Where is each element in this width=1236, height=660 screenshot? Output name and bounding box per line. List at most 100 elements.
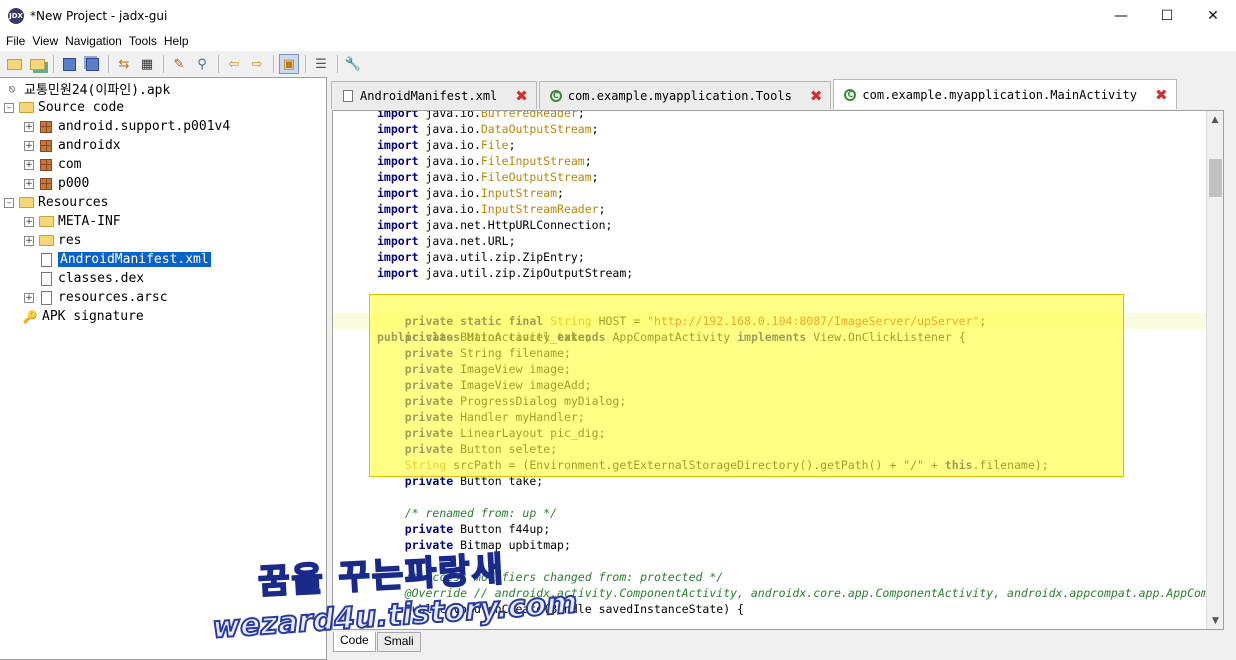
code-line: import java.net.HttpURLConnection; xyxy=(377,218,613,232)
menu-help[interactable]: Help xyxy=(162,34,194,48)
package-icon xyxy=(38,139,54,153)
title-bar: JDX *New Project - jadx-gui — ☐ ✕ xyxy=(0,0,1236,31)
menu-file[interactable]: File xyxy=(4,34,30,48)
close-tab-icon[interactable]: ✖ xyxy=(515,87,528,105)
code-line: private Handler myHandler; xyxy=(404,410,585,424)
tab-tools[interactable]: C com.example.myapplication.Tools ✖ xyxy=(538,81,832,109)
code-line: private ImageView image; xyxy=(404,362,571,376)
close-button[interactable]: ✕ xyxy=(1190,0,1236,31)
toolbar-separator xyxy=(337,55,338,73)
tree-source-code[interactable]: – Source code xyxy=(4,98,124,117)
flatten-icon[interactable]: ▦ xyxy=(137,54,157,74)
menu-view[interactable]: View xyxy=(30,34,63,48)
code-line: import java.io.FileOutputStream; xyxy=(377,170,599,184)
scroll-down-icon[interactable]: ▼ xyxy=(1207,612,1223,629)
tab-smali[interactable]: Smali xyxy=(376,632,421,652)
sync-icon[interactable]: ⇆ xyxy=(114,54,134,74)
code-line: private ImageView imageAdd; xyxy=(404,378,592,392)
xml-file-icon xyxy=(342,89,354,102)
editor-tabs: AndroidManifest.xml ✖ C com.example.myap… xyxy=(331,79,1179,109)
expand-icon[interactable]: + xyxy=(24,121,34,132)
package-icon xyxy=(38,158,54,172)
vertical-scrollbar[interactable]: ▲ ▼ xyxy=(1206,111,1223,629)
code-line: private ProgressDialog myDialog; xyxy=(404,394,627,408)
minimize-button[interactable]: — xyxy=(1098,0,1144,31)
toolbar-separator xyxy=(53,55,54,73)
tree-file-selected[interactable]: AndroidManifest.xml xyxy=(38,250,211,269)
scroll-thumb[interactable] xyxy=(1209,159,1222,197)
tree-label: android.support.p001v4 xyxy=(58,119,231,134)
tree-folder[interactable]: + META-INF xyxy=(24,212,121,231)
tree-label: resources.arsc xyxy=(58,290,168,305)
code-line: import java.util.zip.ZipEntry; xyxy=(377,250,585,264)
code-line: private Button take; xyxy=(404,474,544,488)
tree-label: META-INF xyxy=(58,214,121,229)
tree-root[interactable]: ⎋ 교통민원24(이파인).apk xyxy=(4,79,171,99)
tree-package[interactable]: + android.support.p001v4 xyxy=(24,117,230,136)
code-line: import java.io.InputStreamReader; xyxy=(377,202,606,216)
expand-icon[interactable]: + xyxy=(24,178,34,189)
file-icon xyxy=(38,271,54,286)
toolbar-separator xyxy=(218,55,219,73)
preferences-icon[interactable]: 🔧 xyxy=(343,54,363,74)
expand-icon[interactable]: + xyxy=(24,292,34,303)
menu-tools[interactable]: Tools xyxy=(127,34,162,48)
tree-folder[interactable]: + res xyxy=(24,231,81,250)
file-icon xyxy=(38,290,54,305)
menu-navigation[interactable]: Navigation xyxy=(63,34,127,48)
collapse-icon[interactable]: – xyxy=(4,197,14,208)
folder-icon xyxy=(38,215,54,229)
toolbar: ⇆ ▦ ✎ ⚲ ⇦ ⇨ ▣ ☰ 🔧 xyxy=(0,51,1236,77)
expand-icon[interactable]: + xyxy=(24,140,34,151)
decompile-icon[interactable]: ✎ xyxy=(169,54,189,74)
tree-package[interactable]: + p000 xyxy=(24,174,89,193)
minimize-icon: — xyxy=(1114,7,1128,24)
tab-main-activity[interactable]: C com.example.myapplication.MainActivity… xyxy=(833,79,1177,109)
tree-label: p000 xyxy=(58,176,90,191)
maximize-button[interactable]: ☐ xyxy=(1144,0,1190,31)
xml-file-icon xyxy=(38,252,54,267)
close-tab-icon[interactable]: ✖ xyxy=(810,87,823,105)
code-line: import java.io.BufferedReader; xyxy=(377,110,585,120)
tree-apk-signature[interactable]: 🔑 APK signature xyxy=(22,307,144,326)
expand-icon[interactable]: + xyxy=(24,159,34,170)
tree-file[interactable]: + resources.arsc xyxy=(24,288,168,307)
deobfuscation-icon[interactable]: ▣ xyxy=(279,54,299,74)
tree-file[interactable]: classes.dex xyxy=(38,269,144,288)
log-icon[interactable]: ☰ xyxy=(311,54,331,74)
code-line: import java.net.URL; xyxy=(377,234,516,248)
tree-root-label: 교통민원24(이파인).apk xyxy=(24,83,171,98)
tab-label: AndroidManifest.xml xyxy=(360,88,498,103)
folder-icon xyxy=(38,234,54,248)
jadx-app-icon: JDX xyxy=(8,7,24,24)
back-icon[interactable]: ⇦ xyxy=(224,54,244,74)
tab-android-manifest[interactable]: AndroidManifest.xml ✖ xyxy=(331,81,537,109)
tab-label: com.example.myapplication.Tools xyxy=(567,88,792,103)
window-title: *New Project - jadx-gui xyxy=(30,8,168,23)
scroll-up-icon[interactable]: ▲ xyxy=(1207,111,1223,128)
add-files-icon[interactable] xyxy=(27,54,47,74)
code-line-current: private static final String HOST = "http… xyxy=(333,313,1223,329)
save-icon[interactable] xyxy=(59,54,79,74)
open-folder-icon[interactable] xyxy=(4,54,24,74)
tree-label: AndroidManifest.xml xyxy=(58,252,211,267)
tree-label: APK signature xyxy=(42,309,144,324)
expand-icon[interactable]: + xyxy=(24,235,34,246)
tree-package[interactable]: + com xyxy=(24,155,81,174)
package-icon xyxy=(38,120,54,134)
toolbar-separator xyxy=(163,55,164,73)
expand-icon[interactable]: + xyxy=(24,216,34,227)
search-icon[interactable]: ⚲ xyxy=(192,54,212,74)
tab-label: com.example.myapplication.MainActivity xyxy=(862,87,1137,102)
code-line: import java.io.DataOutputStream; xyxy=(377,122,599,136)
code-line: String srcPath = (Environment.getExterna… xyxy=(404,458,1049,472)
tree-label: Resources xyxy=(38,195,109,210)
tree-resources[interactable]: – Resources xyxy=(4,193,108,212)
collapse-icon[interactable]: – xyxy=(4,102,14,113)
code-line: import java.io.File; xyxy=(377,138,516,152)
forward-icon[interactable]: ⇨ xyxy=(247,54,267,74)
save-all-icon[interactable] xyxy=(82,54,102,74)
close-tab-icon[interactable]: ✖ xyxy=(1155,86,1168,104)
toolbar-separator xyxy=(108,55,109,73)
tree-package[interactable]: + androidx xyxy=(24,136,121,155)
